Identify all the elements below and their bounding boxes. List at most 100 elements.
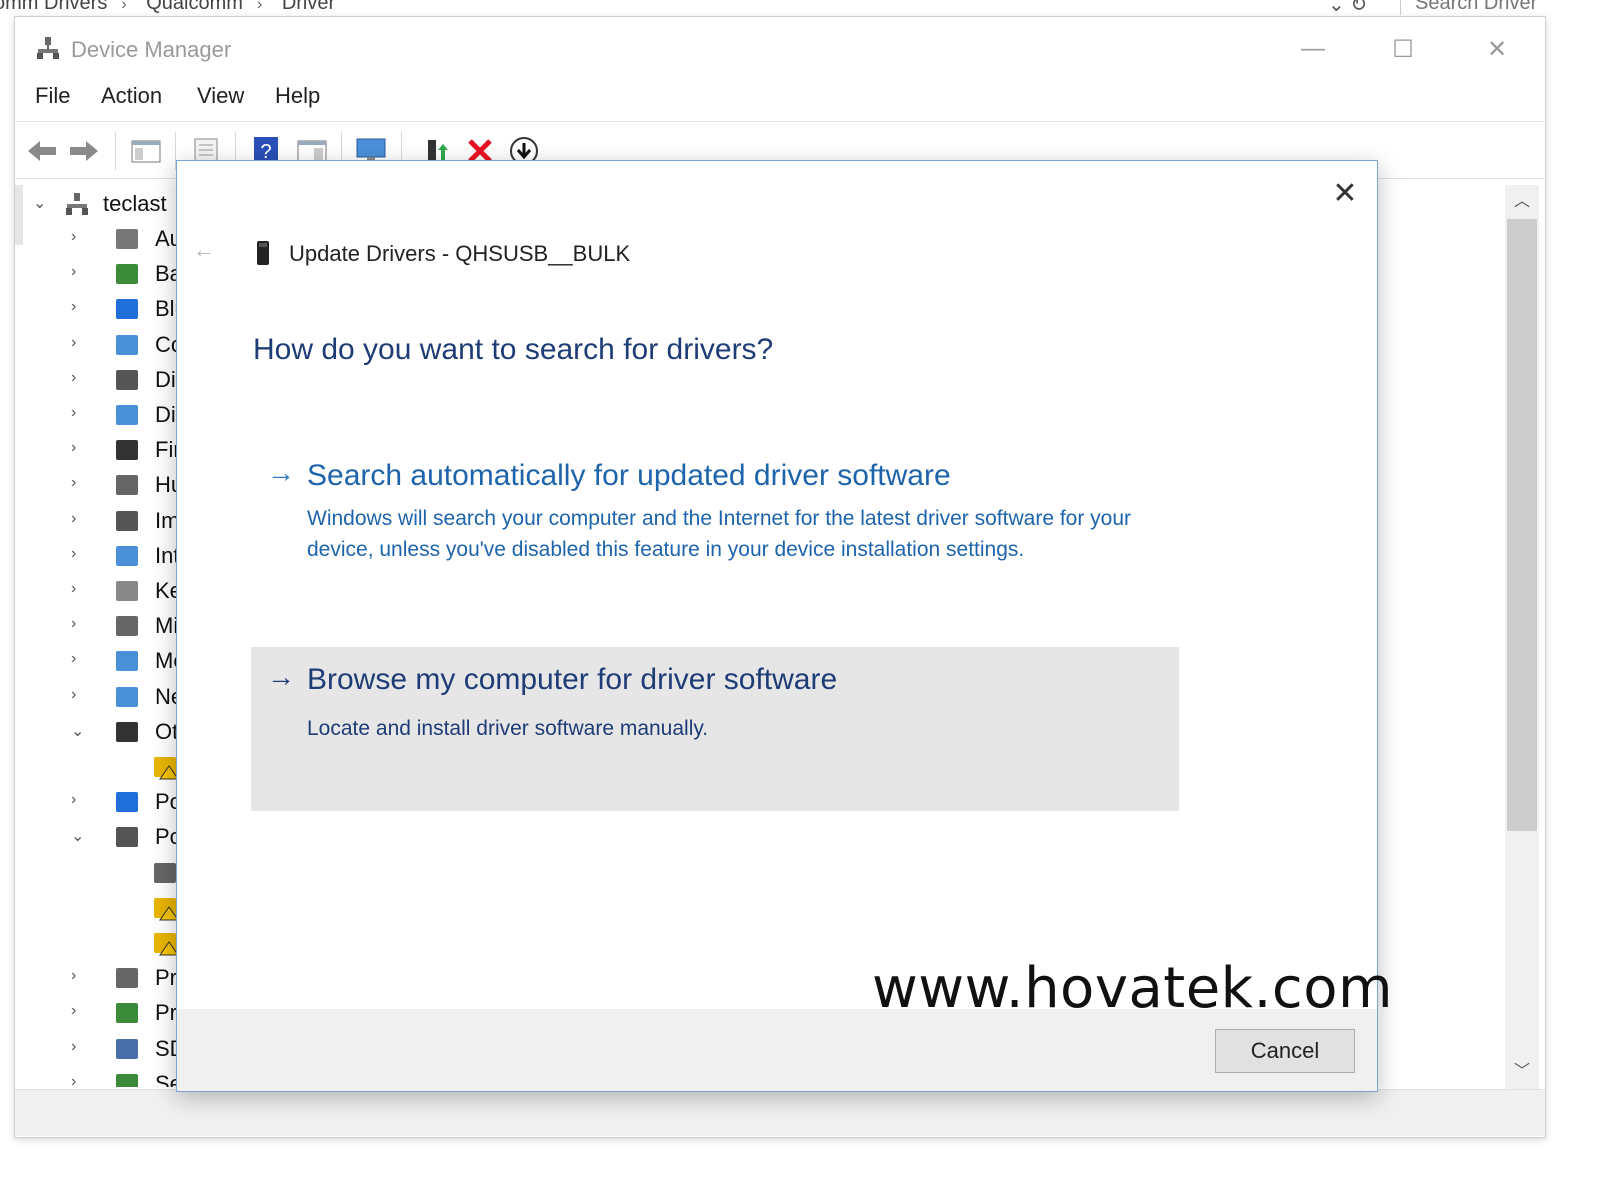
chevron-right-icon[interactable]: › (71, 369, 87, 389)
menu-help[interactable]: Help (275, 83, 320, 109)
chevron-down-icon[interactable]: ⌄ (71, 721, 87, 741)
port-icon (116, 827, 138, 848)
chevron-right-icon[interactable]: › (71, 228, 87, 248)
tree-item-label: Blu (155, 296, 177, 322)
tree-item-label: Pro (155, 1000, 177, 1026)
close-button[interactable]: ✕ (1467, 29, 1527, 69)
chevron-right-icon[interactable]: › (71, 510, 87, 530)
breadcrumb-item[interactable]: Qualcomm (146, 0, 243, 14)
chevron-right-icon[interactable]: › (71, 615, 87, 635)
tree-item[interactable]: › Ima (15, 504, 177, 538)
usb-device-icon (257, 241, 269, 265)
tree-item[interactable]: › Prir (15, 961, 177, 995)
chevron-right-icon[interactable]: › (71, 650, 87, 670)
chevron-right-icon[interactable]: › (71, 967, 87, 987)
menu-view[interactable]: View (197, 83, 244, 109)
firmware-icon (116, 440, 138, 461)
tree-item[interactable]: › Net (15, 680, 177, 714)
security-icon (116, 1073, 138, 1087)
tree-item[interactable]: › Bat (15, 257, 177, 291)
tree-item-label: Inte (155, 542, 177, 568)
imaging-device-icon (116, 510, 138, 531)
processor-icon (116, 1003, 138, 1024)
close-icon: ✕ (1332, 176, 1358, 210)
tree-item-label: Key (155, 578, 177, 603)
port-child-icon (154, 862, 176, 883)
speaker-icon (116, 229, 138, 249)
show-hide-tree-button[interactable] (129, 134, 163, 168)
mouse-icon (116, 616, 138, 637)
tree-item[interactable]: › Hur (15, 468, 177, 502)
chevron-right-icon[interactable]: › (71, 334, 87, 354)
intel-icon (116, 545, 138, 566)
forward-button[interactable] (67, 134, 101, 168)
chevron-right-icon[interactable]: › (71, 1038, 87, 1058)
background-explorer-strip: omm Drivers › Qualcomm › Driver ⌄ ↻ Search… (0, 0, 1608, 16)
breadcrumb-item[interactable]: omm Drivers (0, 0, 107, 14)
tree-item[interactable] (15, 926, 177, 960)
tree-item[interactable]: › Disl (15, 363, 177, 397)
refresh-icon[interactable]: ⌄ ↻ (1328, 0, 1367, 16)
printer-icon (116, 968, 138, 989)
option-description: Windows will search your computer and th… (307, 507, 1132, 561)
scroll-down-icon[interactable]: ﹀ (1505, 1057, 1539, 1087)
cancel-button[interactable]: Cancel (1215, 1029, 1355, 1073)
tree-item[interactable] (15, 856, 177, 890)
minimize-button[interactable]: — (1283, 29, 1343, 69)
breadcrumb-item[interactable]: Driver (282, 0, 335, 14)
back-arrow-icon[interactable]: ← (193, 237, 215, 263)
monitor-icon (116, 651, 138, 672)
chevron-right-icon[interactable]: › (71, 545, 87, 565)
tree-item[interactable]: › Dis (15, 398, 177, 432)
dialog-question: How do you want to search for drivers? (253, 333, 774, 366)
search-input[interactable]: Search Driver (1400, 0, 1537, 15)
chevron-right-icon[interactable]: › (71, 1002, 87, 1022)
chevron-right-icon[interactable]: › (71, 1073, 87, 1087)
browse-computer-option[interactable]: → Browse my computer for driver software… (251, 647, 1179, 811)
option-title: Search automatically for updated driver … (307, 459, 951, 492)
chevron-right-icon[interactable]: › (71, 686, 87, 706)
tree-item[interactable]: › Blu (15, 292, 177, 326)
bluetooth-icon (116, 299, 138, 320)
tree-item[interactable]: › Sec (15, 1067, 177, 1087)
maximize-button[interactable]: ☐ (1373, 29, 1433, 69)
chevron-right-icon[interactable]: › (71, 580, 87, 600)
chevron-right-icon[interactable]: › (71, 404, 87, 424)
vertical-scrollbar[interactable]: ︿ ﹀ (1505, 185, 1539, 1089)
tree-item[interactable]: › Mic (15, 609, 177, 643)
scroll-up-icon[interactable]: ︿ (1505, 187, 1539, 217)
watermark: www.hovatek.com (872, 956, 1394, 1021)
tree-item[interactable]: › Pro (15, 996, 177, 1030)
chevron-down-icon[interactable]: ⌄ (71, 826, 87, 846)
chevron-down-icon[interactable]: ⌄ (33, 193, 49, 213)
title-bar[interactable]: Device Manager — ☐ ✕ (15, 17, 1545, 79)
menu-file[interactable]: File (35, 83, 70, 109)
tree-item[interactable] (15, 891, 177, 925)
tree-item-label: Net (155, 683, 177, 709)
chevron-right-icon[interactable]: › (71, 439, 87, 459)
tree-item[interactable]: › Por (15, 785, 177, 819)
back-button[interactable] (25, 134, 59, 168)
tree-item[interactable]: › Auc (15, 222, 177, 256)
scrollbar-thumb[interactable] (1507, 219, 1537, 831)
tree-item[interactable]: › Inte (15, 539, 177, 573)
tree-item[interactable] (15, 750, 177, 784)
dialog-close-button[interactable]: ✕ (1325, 173, 1365, 213)
tree-item[interactable]: › Firn (15, 433, 177, 467)
tree-item[interactable]: ⌄ Oth (15, 715, 177, 749)
tree-item[interactable]: › Mo (15, 644, 177, 678)
chevron-right-icon[interactable]: › (71, 298, 87, 318)
tree-item[interactable]: › Cor (15, 328, 177, 362)
minimize-icon: — (1301, 35, 1325, 62)
tree-item[interactable]: › SD (15, 1032, 177, 1066)
menu-action[interactable]: Action (101, 83, 162, 109)
search-automatically-option[interactable]: → Search automatically for updated drive… (251, 443, 1179, 613)
tree-item-label: Auc (155, 226, 177, 251)
chevron-right-icon[interactable]: › (71, 474, 87, 494)
tree-item-label: Cor (155, 331, 177, 357)
tree-item[interactable]: ⌄ Por (15, 820, 177, 854)
chevron-right-icon[interactable]: › (71, 791, 87, 811)
chevron-right-icon[interactable]: › (71, 263, 87, 283)
tree-root[interactable]: ⌄ teclast (15, 187, 177, 221)
tree-item[interactable]: › Key (15, 574, 177, 608)
